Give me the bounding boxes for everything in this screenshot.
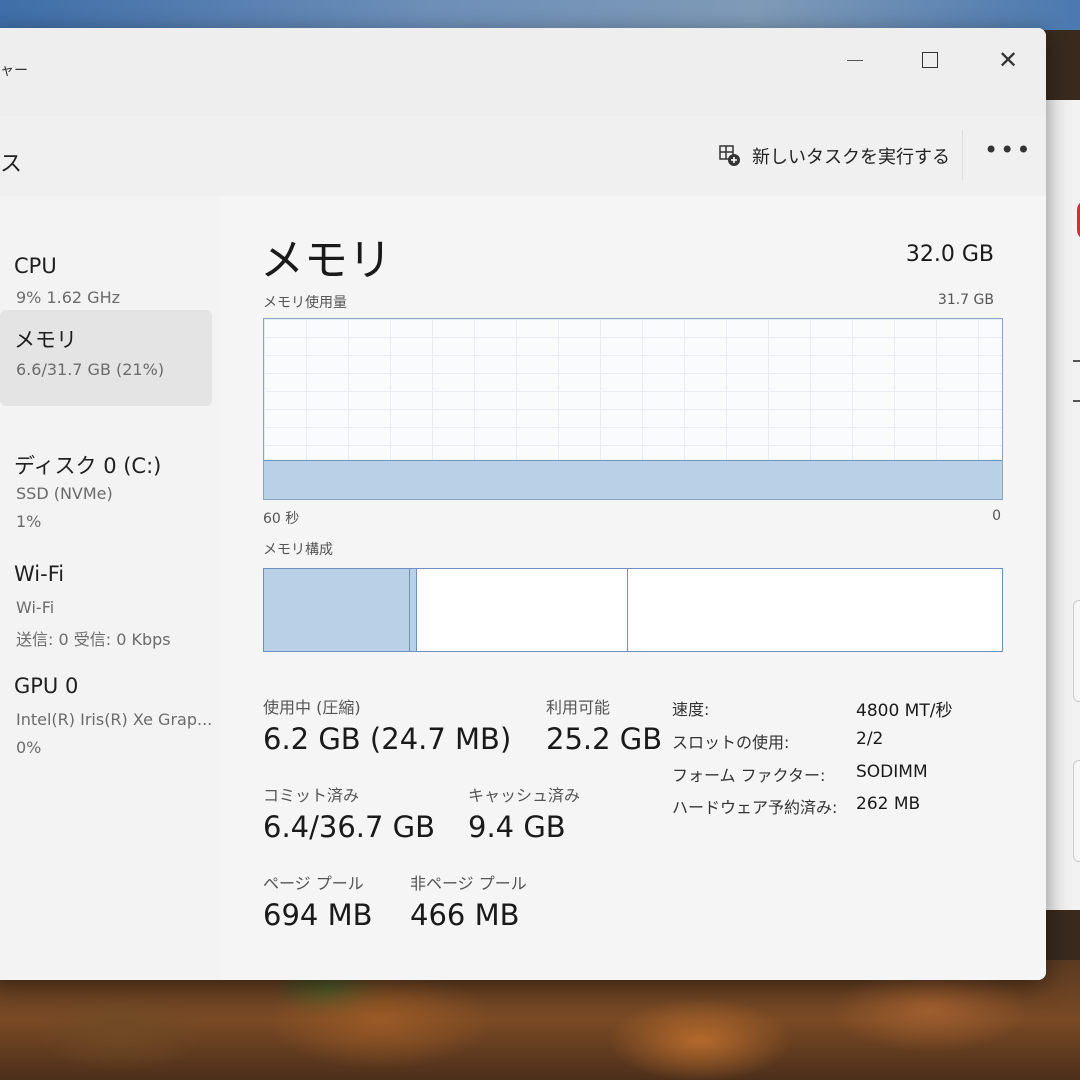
usage-graph-max: 31.7 GB xyxy=(937,292,994,308)
minimize-button[interactable] xyxy=(820,38,890,82)
paged-pool-label: ページ プール xyxy=(263,874,364,893)
sidebar-item-detail: Intel(R) Iris(R) Xe Grap... xyxy=(16,710,213,729)
memory-panel: メモリ 32.0 GB メモリ使用量 31.7 GB 60 秒 0 メモリ構成 … xyxy=(220,196,1046,980)
composition-segment-modified[interactable] xyxy=(410,569,418,651)
composition-segment-in-use[interactable] xyxy=(264,569,411,651)
graph-axis-right: 0 xyxy=(992,508,1001,524)
composition-segment-free[interactable] xyxy=(627,569,1002,651)
performance-sidebar: CPU 9% 1.62 GHz メモリ 6.6/31.7 GB (21%) ディ… xyxy=(0,196,220,980)
sidebar-item-detail: 0% xyxy=(16,738,42,757)
paged-pool-value: 694 MB xyxy=(263,898,373,932)
sidebar-item-label: GPU 0 xyxy=(14,674,79,698)
spec-speed-value: 4800 MT/秒 xyxy=(856,701,953,721)
spec-reserved-label: ハードウェア予約済み: xyxy=(672,798,838,817)
run-new-task-label: 新しいタスクを実行する xyxy=(752,147,950,168)
sidebar-item-detail: Wi-Fi xyxy=(16,598,55,617)
title-bar[interactable]: ャー ✕ xyxy=(0,28,1046,116)
cached-label: キャッシュ済み xyxy=(468,786,581,805)
in-use-value: 6.2 GB (24.7 MB) xyxy=(263,722,512,756)
in-use-label: 使用中 (圧縮) xyxy=(263,698,361,717)
sidebar-item-label: メモリ xyxy=(14,328,77,352)
composition-label: メモリ構成 xyxy=(263,542,333,558)
sidebar-item-label: Wi-Fi xyxy=(14,562,65,586)
new-task-icon xyxy=(719,145,740,166)
sidebar-item-detail: SSD (NVMe) xyxy=(16,484,113,503)
spec-slots-value: 2/2 xyxy=(856,729,884,749)
memory-title: メモリ xyxy=(260,235,392,286)
page-title: ス xyxy=(0,152,23,177)
sidebar-item-cpu[interactable]: CPU 9% 1.62 GHz xyxy=(0,236,212,316)
toolbar: ス 新しいタスクを実行する ••• xyxy=(0,116,1046,197)
close-button[interactable]: ✕ xyxy=(973,38,1043,82)
sidebar-item-detail: 9% 1.62 GHz xyxy=(16,288,121,307)
committed-label: コミット済み xyxy=(263,786,360,805)
memory-composition-bar[interactable] xyxy=(263,568,1003,652)
memory-usage-fill xyxy=(264,460,1002,499)
available-value: 25.2 GB xyxy=(546,722,663,756)
spec-speed-label: 速度: xyxy=(672,700,710,719)
sidebar-item-detail: 1% xyxy=(16,512,42,531)
more-options-icon[interactable]: ••• xyxy=(984,136,1032,164)
maximize-button[interactable] xyxy=(895,38,965,82)
text-line xyxy=(1073,400,1080,402)
sidebar-item-gpu[interactable]: GPU 0 Intel(R) Iris(R) Xe Grap... 0% xyxy=(0,658,212,758)
sidebar-item-disk[interactable]: ディスク 0 (C:) SSD (NVMe) 1% xyxy=(0,432,212,532)
nonpaged-pool-value: 466 MB xyxy=(410,898,520,932)
spec-slots-label: スロットの使用: xyxy=(672,733,790,752)
sidebar-item-wifi[interactable]: Wi-Fi Wi-Fi 送信: 0 受信: 0 Kbps xyxy=(0,546,212,649)
usage-graph-label: メモリ使用量 xyxy=(263,295,347,311)
toolbar-divider xyxy=(962,130,963,180)
composition-segment-standby[interactable] xyxy=(417,569,628,651)
spec-form-factor-label: フォーム ファクター: xyxy=(672,766,826,785)
run-new-task-button[interactable]: 新しいタスクを実行する xyxy=(718,138,950,174)
memory-total: 32.0 GB xyxy=(905,242,994,267)
text-line xyxy=(1073,360,1080,362)
background-window[interactable] xyxy=(1044,100,1080,910)
close-icon: ✕ xyxy=(997,46,1019,74)
desktop-wallpaper-top xyxy=(0,0,1080,30)
committed-value: 6.4/36.7 GB xyxy=(263,810,436,844)
memory-usage-graph xyxy=(263,318,1003,500)
spec-form-factor-value: SODIMM xyxy=(856,762,928,782)
sidebar-item-detail: 6.6/31.7 GB (21%) xyxy=(16,360,165,379)
card xyxy=(1073,760,1080,862)
nonpaged-pool-label: 非ページ プール xyxy=(410,874,527,893)
sidebar-item-memory[interactable]: メモリ 6.6/31.7 GB (21%) xyxy=(0,310,212,406)
task-manager-window: ャー ✕ ス 新しいタスクを実行する ••• CPU 9% 1.62 GHz メ… xyxy=(0,28,1046,980)
minimize-icon xyxy=(847,59,863,61)
cached-value: 9.4 GB xyxy=(468,810,566,844)
spec-reserved-value: 262 MB xyxy=(856,794,921,814)
maximize-icon xyxy=(922,52,938,68)
window-title: ャー xyxy=(0,63,28,79)
sidebar-item-detail: 送信: 0 受信: 0 Kbps xyxy=(16,630,171,649)
card xyxy=(1073,600,1080,702)
sidebar-item-label: CPU xyxy=(14,254,57,278)
sidebar-item-label: ディスク 0 (C:) xyxy=(14,454,162,478)
available-label: 利用可能 xyxy=(546,698,611,717)
graph-axis-left: 60 秒 xyxy=(263,511,300,527)
